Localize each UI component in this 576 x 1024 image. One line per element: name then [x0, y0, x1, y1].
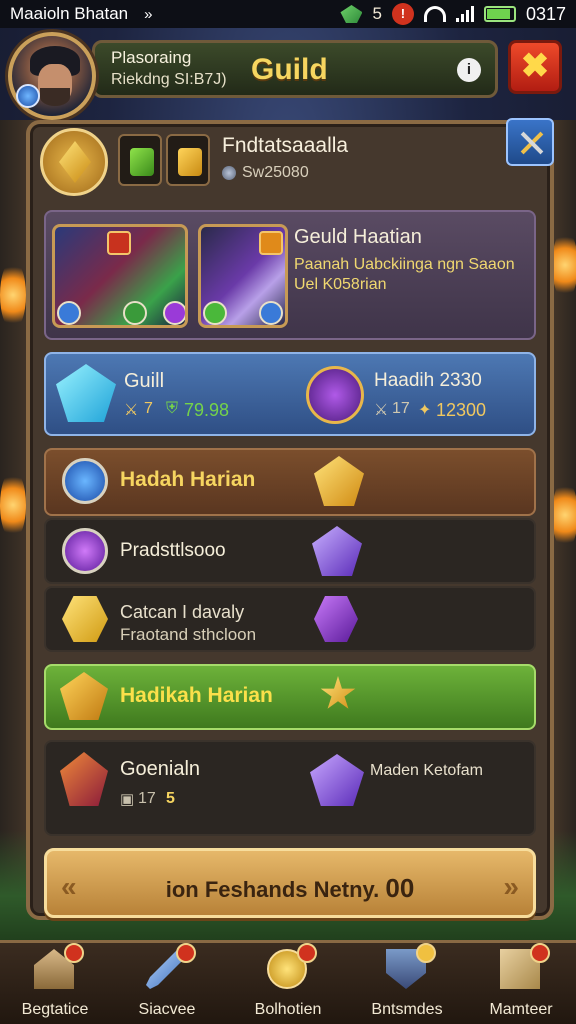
gem-icon: [340, 5, 363, 23]
avatar[interactable]: [8, 32, 96, 120]
coin-icon: ✦: [418, 402, 432, 419]
member-icon: [222, 166, 236, 180]
avatar-beard: [40, 88, 70, 106]
reward-row-count: 17: [138, 790, 156, 807]
info-button[interactable]: i: [457, 58, 481, 82]
quest-row-2-line2: Fraotand sthcloon: [120, 625, 257, 644]
reward-count-icon: ▣: [120, 791, 135, 808]
nav-label-5: Mamteer: [489, 1001, 553, 1018]
battery-level-fill: [486, 9, 511, 19]
close-button[interactable]: ✖: [508, 40, 562, 94]
stats-left-value: 79.98: [184, 400, 230, 420]
nav-badge-icon: [64, 943, 84, 963]
shield-icon: ⛨: [166, 400, 179, 417]
claim-button-value: 00: [385, 873, 415, 903]
rank-badge-icon: [259, 231, 283, 255]
guild-emblem-icon[interactable]: [40, 128, 108, 196]
notification-icon: !: [391, 3, 414, 25]
guild-sub-text: Sw25080: [242, 164, 309, 181]
guild-sub: Sw25080: [222, 164, 309, 182]
signal-icon: [455, 6, 474, 22]
nav-label-4: Bntsmdes: [371, 1001, 443, 1018]
page-title: Guild: [251, 53, 328, 86]
water-orb-icon: [259, 301, 283, 325]
stats-right-count: 17: [392, 400, 410, 417]
chevron-right-icon: »: [503, 871, 519, 902]
quest-row-2[interactable]: [44, 586, 536, 652]
carrier-text: Maaioln Bhatan: [10, 4, 129, 23]
torch-right: [552, 230, 576, 300]
guild-item-slot-2[interactable]: [166, 134, 210, 186]
forward-icon: »: [144, 5, 153, 23]
battery-icon: [483, 6, 516, 22]
reward-row-right: Maden Ketofam: [370, 762, 483, 779]
bottom-nav: Begtatice Siacvee Bolhotien Bntsmdes Mam…: [0, 940, 576, 1024]
torch-right-lower: [552, 480, 576, 550]
nav-label-3: Bolhotien: [254, 1001, 322, 1018]
claim-button-text: ion Feshands Netny.: [165, 877, 380, 902]
reward-row[interactable]: [44, 740, 536, 836]
quest-row-1-label: Pradsttlsooo: [120, 540, 226, 561]
stats-left-count-icon: ⚔: [124, 402, 139, 419]
guild-name: Fndtatsaaalla: [222, 134, 349, 157]
torch-left: [0, 260, 26, 330]
daily-quest-header[interactable]: [44, 448, 536, 516]
trophy-icon: [178, 148, 202, 176]
featured-line2: Uel K058rian: [294, 276, 387, 293]
reward-row-label: Goenialn: [120, 758, 201, 780]
stats-right-label: Haadih 2330: [374, 370, 482, 391]
featured-card-weapons[interactable]: [52, 224, 188, 328]
nav-badge-icon: [297, 943, 317, 963]
nature-orb-icon: [123, 301, 147, 325]
reward-row-value: 5: [166, 790, 175, 807]
level-badge-icon: [16, 84, 40, 108]
nav-item-5[interactable]: Mamteer: [466, 943, 576, 1024]
header-bar: Plasoraing Riekdng SI:B7J) Guild i: [92, 40, 498, 98]
gem-count: 5: [372, 4, 382, 23]
featured-line1: Paanah Uabckiinga ngn Saaon: [294, 256, 515, 273]
claim-button-label: ion Feshands Netny. 00: [47, 873, 533, 904]
status-bar: Maaioln Bhatan » 5 ! 0317: [0, 0, 576, 28]
nav-star-badge-icon: [416, 943, 436, 963]
clock: 0317: [525, 3, 566, 24]
quest-row-1[interactable]: [44, 518, 536, 584]
leaf-icon: [130, 148, 154, 176]
nav-item-1[interactable]: Begtatice: [0, 943, 110, 1024]
nav-label-1: Begtatice: [21, 1001, 89, 1018]
guild-item-slot-1[interactable]: [118, 134, 162, 186]
guild-settings-button[interactable]: [506, 118, 554, 166]
arcane-orb-icon: [163, 301, 185, 325]
featured-title: Geuld Haatian: [294, 226, 422, 248]
nav-badge-icon: [176, 943, 196, 963]
gold-amulet-icon: [306, 366, 364, 424]
daily-reward-header[interactable]: [44, 664, 536, 730]
stats-right-count-icon: ⚔: [374, 402, 389, 419]
stats-right-value: 12300: [436, 400, 487, 420]
green-row-label: Hadikah Harian: [120, 684, 273, 707]
stats-left-count: 7: [144, 400, 153, 417]
player-rank: Riekdng SI:B7J): [111, 71, 227, 88]
torch-left-lower: [0, 470, 26, 540]
stats-left-label: Guill: [124, 370, 165, 392]
status-icons: 5 ! 0317: [340, 3, 566, 25]
player-name: Plasoraing: [111, 48, 192, 67]
brown-row-label: Hadah Harian: [120, 468, 256, 491]
nav-label-2: Siacvee: [138, 1001, 196, 1018]
purple-orb-icon: [62, 528, 108, 574]
nav-item-3[interactable]: Bolhotien: [233, 943, 343, 1024]
nav-item-4[interactable]: Bntsmdes: [352, 943, 462, 1024]
featured-card-crystal[interactable]: [198, 224, 288, 328]
water-orb-icon: [57, 301, 81, 325]
check-orb-icon: [203, 301, 227, 325]
wifi-icon: [423, 6, 446, 22]
quest-row-2-line1: Catcan I davaly: [120, 602, 245, 622]
blue-orb-icon: [62, 458, 108, 504]
claim-button[interactable]: « ion Feshands Netny. 00 »: [44, 848, 536, 918]
rank-badge-icon: [107, 231, 131, 255]
nav-item-2[interactable]: Siacvee: [112, 943, 222, 1024]
stats-row[interactable]: [44, 352, 536, 436]
nav-badge-icon: [530, 943, 550, 963]
